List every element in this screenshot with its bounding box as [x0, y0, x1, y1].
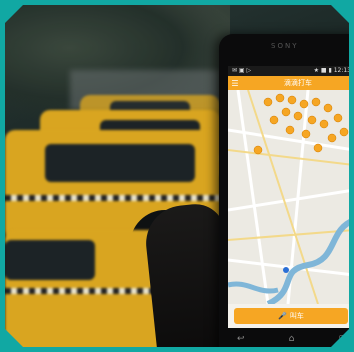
nav-bar: ↩ ⌂ ▢	[237, 334, 347, 344]
status-right: ★ ■ ▮ 12:13	[313, 67, 351, 74]
app-title: 滴滴打车	[284, 79, 312, 87]
user-location-marker	[283, 267, 289, 273]
corner-decoration	[326, 0, 354, 28]
smartphone: SONY ✉ ▣ ▷ ★ ■ ▮ 12:13 ☰ 滴滴打车 🎤 叫车 ↩ ⌂	[219, 34, 354, 352]
photo-frame: SONY ✉ ▣ ▷ ★ ■ ▮ 12:13 ☰ 滴滴打车 🎤 叫车 ↩ ⌂	[0, 0, 354, 352]
back-icon[interactable]: ↩	[237, 334, 245, 344]
menu-icon[interactable]: ☰	[228, 79, 242, 88]
status-left: ✉ ▣ ▷	[232, 67, 252, 74]
call-taxi-label: 叫车	[289, 312, 304, 320]
phone-brand: SONY	[271, 42, 299, 50]
map-graphic	[228, 90, 354, 304]
taxi-markers	[253, 93, 349, 155]
status-bar: ✉ ▣ ▷ ★ ■ ▮ 12:13	[228, 66, 354, 76]
phone-screen: ✉ ▣ ▷ ★ ■ ▮ 12:13 ☰ 滴滴打车 🎤 叫车	[228, 66, 354, 328]
mic-icon: 🎤	[278, 312, 287, 320]
home-icon[interactable]: ⌂	[289, 334, 295, 344]
app-bar: ☰ 滴滴打车	[228, 76, 354, 90]
map-view[interactable]	[228, 90, 354, 304]
call-taxi-button[interactable]: 🎤 叫车	[234, 308, 348, 324]
